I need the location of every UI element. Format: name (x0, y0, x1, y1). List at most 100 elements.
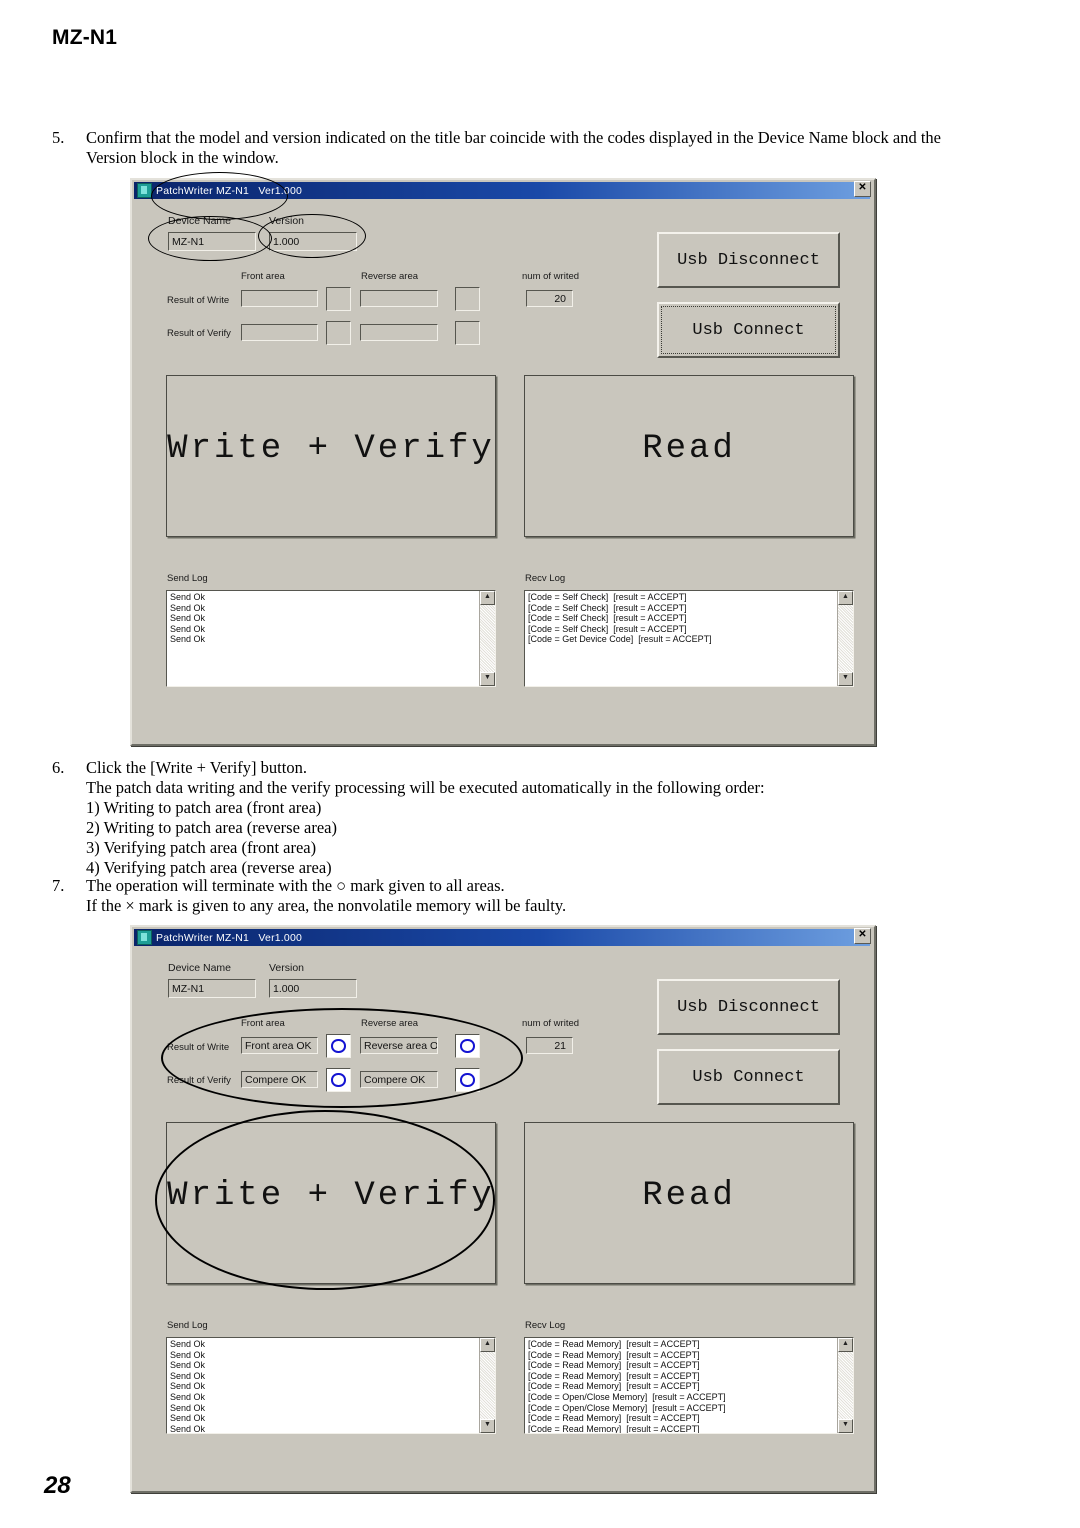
recv-log-scrollbar[interactable]: ▲ ▼ (837, 591, 853, 686)
write-verify-label: Write + Verify (167, 1177, 495, 1215)
step-5: 5. Confirm that the model and version in… (52, 128, 992, 168)
scroll-down-icon[interactable]: ▼ (480, 1419, 495, 1433)
scroll-up-icon[interactable]: ▲ (838, 1338, 853, 1352)
verify-reverse-indicator (455, 321, 480, 345)
write-reverse-field[interactable]: Reverse area OK (360, 1037, 438, 1054)
send-log-box[interactable]: Send Ok Send Ok Send Ok Send Ok Send Ok … (166, 590, 496, 687)
recv-log-scrollbar[interactable]: ▲ ▼ (837, 1338, 853, 1433)
scroll-up-icon[interactable]: ▲ (480, 591, 495, 605)
step-6-item-3: 3) Verifying patch area (front area) (86, 838, 317, 857)
verify-reverse-field[interactable]: Compere OK (360, 1071, 438, 1088)
step-7-line-1: The operation will terminate with the ○ … (86, 876, 505, 895)
label-result-of-verify: Result of Verify (167, 1075, 231, 1086)
send-log-scrollbar[interactable]: ▲ ▼ (479, 1338, 495, 1433)
step-5-line-2: Version block in the window. (86, 148, 279, 167)
write-front-field[interactable]: Front area OK (241, 1037, 318, 1054)
send-log-box[interactable]: Send Ok Send Ok Send Ok Send Ok Send Ok … (166, 1337, 496, 1434)
label-reverse-area: Reverse area (361, 1018, 419, 1029)
scroll-down-icon[interactable]: ▼ (480, 672, 495, 686)
verify-reverse-indicator (455, 1068, 480, 1092)
label-device-name: Device Name (168, 962, 232, 974)
page-number: 28 (44, 1472, 71, 1499)
label-recv-log: Recv Log (525, 573, 566, 584)
ok-circle-icon (460, 1073, 475, 1087)
send-log-text: Send Ok Send Ok Send Ok Send Ok Send Ok (170, 592, 206, 645)
read-label: Read (642, 1177, 736, 1215)
read-button[interactable]: Read (524, 1122, 854, 1284)
verify-front-indicator (326, 1068, 351, 1092)
window-1-titlebar[interactable]: PatchWriter MZ-N1 Ver1.000 (134, 182, 870, 199)
device-name-field[interactable]: MZ-N1 (168, 979, 256, 998)
scroll-down-icon[interactable]: ▼ (838, 672, 853, 686)
usb-connect-button[interactable]: Usb Connect (657, 1049, 840, 1105)
send-log-scrollbar[interactable]: ▲ ▼ (479, 591, 495, 686)
label-result-of-verify: Result of Verify (167, 328, 231, 339)
label-send-log: Send Log (167, 573, 208, 584)
step-7: 7. The operation will terminate with the… (52, 876, 912, 916)
label-recv-log: Recv Log (525, 1320, 566, 1331)
manual-page: MZ-N1 28 5. Confirm that the model and v… (0, 0, 1080, 1528)
write-reverse-indicator (455, 287, 480, 311)
write-reverse-field[interactable] (360, 290, 438, 307)
app-icon (137, 930, 152, 945)
write-verify-button[interactable]: Write + Verify (166, 1122, 496, 1284)
recv-log-text: [Code = Read Memory] [result = ACCEPT] [… (528, 1339, 726, 1434)
page-title: MZ-N1 (52, 26, 118, 49)
write-front-indicator (326, 287, 351, 311)
recv-log-box[interactable]: [Code = Read Memory] [result = ACCEPT] [… (524, 1337, 854, 1434)
ok-circle-icon (331, 1073, 346, 1087)
label-device-name: Device Name (168, 215, 232, 227)
scroll-up-icon[interactable]: ▲ (838, 591, 853, 605)
write-reverse-indicator (455, 1034, 480, 1058)
send-log-text: Send Ok Send Ok Send Ok Send Ok Send Ok … (170, 1339, 206, 1434)
patchwriter-window-2[interactable]: PatchWriter MZ-N1 Ver1.000 ✕ Device Name… (130, 925, 876, 1493)
write-verify-button[interactable]: Write + Verify (166, 375, 496, 537)
num-of-writed-field[interactable]: 20 (526, 290, 573, 307)
device-name-field[interactable]: MZ-N1 (168, 232, 256, 251)
verify-reverse-field[interactable] (360, 324, 438, 341)
label-num-of-writed: num of writed (522, 271, 580, 282)
usb-connect-label: Usb Connect (692, 320, 805, 340)
verify-front-indicator (326, 321, 351, 345)
label-front-area: Front area (241, 1018, 285, 1029)
label-front-area: Front area (241, 271, 285, 282)
num-of-writed-field[interactable]: 21 (526, 1037, 573, 1054)
app-icon (137, 183, 152, 198)
recv-log-box[interactable]: [Code = Self Check] [result = ACCEPT] [C… (524, 590, 854, 687)
step-6-line-1: Click the [Write + Verify] button. (86, 758, 307, 777)
ok-circle-icon (460, 1039, 475, 1053)
step-6: 6. Click the [Write + Verify] button. Th… (52, 758, 912, 878)
window-1-title: PatchWriter MZ-N1 Ver1.000 (156, 184, 303, 197)
step-6-number: 6. (52, 758, 65, 777)
close-icon[interactable]: ✕ (854, 181, 871, 197)
step-6-item-1: 1) Writing to patch area (front area) (86, 798, 322, 817)
usb-disconnect-button[interactable]: Usb Disconnect (657, 232, 840, 288)
scroll-down-icon[interactable]: ▼ (838, 1419, 853, 1433)
read-label: Read (642, 430, 736, 468)
label-num-of-writed: num of writed (522, 1018, 580, 1029)
close-icon[interactable]: ✕ (854, 928, 871, 944)
write-front-indicator (326, 1034, 351, 1058)
version-field[interactable]: 1.000 (269, 232, 357, 251)
write-verify-label: Write + Verify (167, 430, 495, 468)
step-7-line-2: If the × mark is given to any area, the … (86, 896, 567, 915)
window-2-titlebar[interactable]: PatchWriter MZ-N1 Ver1.000 (134, 929, 870, 946)
verify-front-field[interactable] (241, 324, 318, 341)
write-front-field[interactable] (241, 290, 318, 307)
usb-disconnect-button[interactable]: Usb Disconnect (657, 979, 840, 1035)
patchwriter-window-1[interactable]: PatchWriter MZ-N1 Ver1.000 ✕ Device Name… (130, 178, 876, 746)
step-6-item-4: 4) Verifying patch area (reverse area) (86, 858, 332, 877)
step-7-number: 7. (52, 876, 65, 895)
label-result-of-write: Result of Write (167, 1042, 230, 1053)
verify-front-field[interactable]: Compere OK (241, 1071, 318, 1088)
recv-log-text: [Code = Self Check] [result = ACCEPT] [C… (528, 592, 712, 645)
label-send-log: Send Log (167, 1320, 208, 1331)
step-6-item-2: 2) Writing to patch area (reverse area) (86, 818, 337, 837)
ok-circle-icon (331, 1039, 346, 1053)
step-5-line-1: Confirm that the model and version indic… (86, 128, 941, 147)
scroll-up-icon[interactable]: ▲ (480, 1338, 495, 1352)
label-result-of-write: Result of Write (167, 295, 230, 306)
read-button[interactable]: Read (524, 375, 854, 537)
usb-connect-button[interactable]: Usb Connect (657, 302, 840, 358)
version-field[interactable]: 1.000 (269, 979, 357, 998)
